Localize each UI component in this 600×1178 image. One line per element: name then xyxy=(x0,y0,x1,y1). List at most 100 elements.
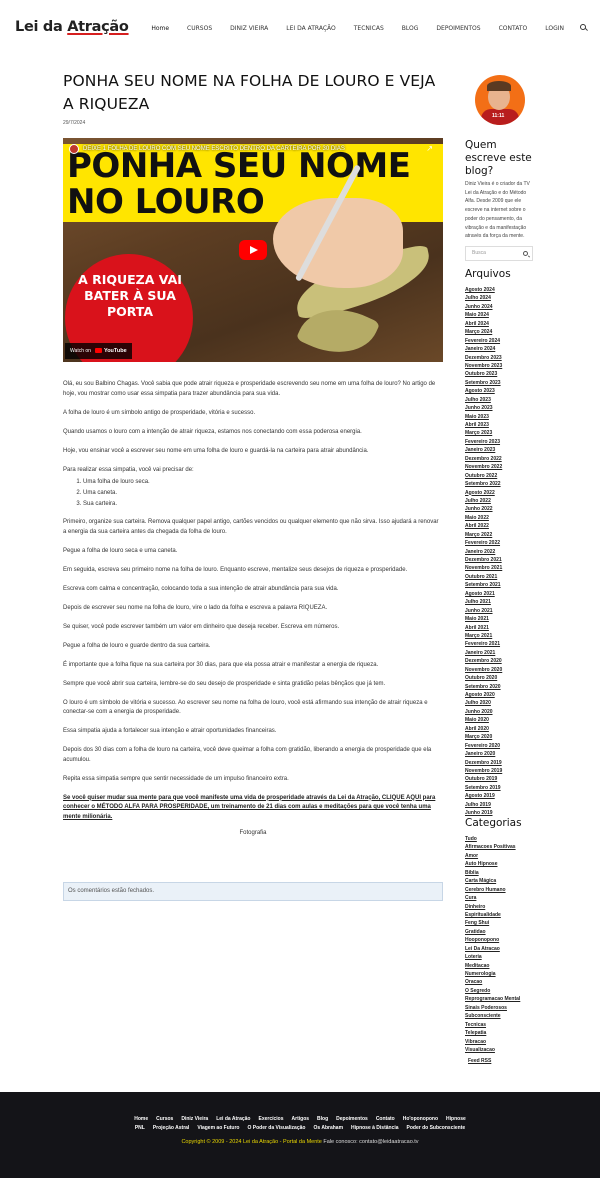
nav-cursos[interactable]: CURSOS xyxy=(187,25,212,32)
footer-nav-link[interactable]: Viagem ao Futuro xyxy=(197,1125,239,1131)
play-button-icon[interactable] xyxy=(239,240,267,260)
footer-nav-link[interactable]: Blog xyxy=(317,1116,328,1122)
archive-link[interactable]: Agosto 2023 xyxy=(465,387,535,395)
nav-diniz-vieira[interactable]: DINIZ VIEIRA xyxy=(230,25,268,32)
search-icon[interactable] xyxy=(580,24,588,32)
footer-nav-link[interactable]: Exercícios xyxy=(259,1116,284,1122)
archive-link[interactable]: Junho 2023 xyxy=(465,404,535,412)
footer-nav-link[interactable]: Diniz Vieira xyxy=(181,1116,208,1122)
category-link[interactable]: Hooponopono xyxy=(465,936,545,944)
video-title[interactable]: DEIXE 1 FOLHA DE LOURO COM SEU NOME ESCR… xyxy=(83,146,345,152)
footer-nav-link[interactable]: Hipnose à Distância xyxy=(351,1125,399,1131)
archive-link[interactable]: Setembro 2021 xyxy=(465,581,535,589)
archive-link[interactable]: Setembro 2020 xyxy=(465,683,535,691)
category-link[interactable]: Telepatia xyxy=(465,1029,545,1037)
archive-link[interactable]: Maio 2022 xyxy=(465,514,535,522)
archive-link[interactable]: Dezembro 2021 xyxy=(465,556,535,564)
archive-link[interactable]: Julho 2024 xyxy=(465,294,535,302)
category-link[interactable]: Sinais Poderosos xyxy=(465,1004,545,1012)
archive-link[interactable]: Dezembro 2023 xyxy=(465,354,535,362)
category-link[interactable]: Afirmacoes Positivas xyxy=(465,843,545,851)
category-link[interactable]: Visualizacao xyxy=(465,1046,545,1054)
category-link[interactable]: Espiritualidade xyxy=(465,911,545,919)
category-link[interactable]: Tudo xyxy=(465,835,545,843)
archive-link[interactable]: Abril 2023 xyxy=(465,421,535,429)
archive-link[interactable]: Setembro 2022 xyxy=(465,480,535,488)
category-link[interactable]: Carta Mágica xyxy=(465,877,545,885)
archive-link[interactable]: Novembro 2019 xyxy=(465,767,535,775)
archive-link[interactable]: Outubro 2020 xyxy=(465,674,535,682)
archive-link[interactable]: Outubro 2023 xyxy=(465,370,535,378)
archive-link[interactable]: Maio 2024 xyxy=(465,311,535,319)
category-link[interactable]: Feng Shui xyxy=(465,919,545,927)
archive-link[interactable]: Junho 2020 xyxy=(465,708,535,716)
archive-link[interactable]: Outubro 2019 xyxy=(465,775,535,783)
archive-link[interactable]: Setembro 2023 xyxy=(465,379,535,387)
category-link[interactable]: Bíblia xyxy=(465,869,545,877)
archive-link[interactable]: Agosto 2021 xyxy=(465,590,535,598)
search-icon[interactable] xyxy=(523,251,528,256)
footer-nav-link[interactable]: Contato xyxy=(376,1116,395,1122)
archive-link[interactable]: Novembro 2022 xyxy=(465,463,535,471)
archive-link[interactable]: Julho 2023 xyxy=(465,396,535,404)
footer-nav-link[interactable]: O Poder da Visualização xyxy=(247,1125,305,1131)
video-title-bar[interactable]: DEIXE 1 FOLHA DE LOURO COM SEU NOME ESCR… xyxy=(69,144,345,154)
archive-link[interactable]: Maio 2021 xyxy=(465,615,535,623)
footer-nav-link[interactable]: Os Abraham xyxy=(313,1125,343,1131)
category-link[interactable]: Loteria xyxy=(465,953,545,961)
footer-nav-link[interactable]: Cursos xyxy=(156,1116,173,1122)
archive-link[interactable]: Junho 2022 xyxy=(465,505,535,513)
archive-link[interactable]: Fevereiro 2023 xyxy=(465,438,535,446)
archive-link[interactable]: Março 2020 xyxy=(465,733,535,741)
archive-link[interactable]: Janeiro 2021 xyxy=(465,649,535,657)
nav-blog[interactable]: BLOG xyxy=(402,25,419,32)
metodo-alfa-cta-link[interactable]: Se você quiser mudar sua mente para que … xyxy=(63,794,443,823)
archive-link[interactable]: Abril 2022 xyxy=(465,522,535,530)
archive-link[interactable]: Abril 2024 xyxy=(465,320,535,328)
archive-link[interactable]: Março 2021 xyxy=(465,632,535,640)
footer-nav-link[interactable]: Ho'oponopono xyxy=(403,1116,438,1122)
feed-rss-link[interactable]: Feed RSS xyxy=(468,1058,491,1064)
nav-contato[interactable]: CONTATO xyxy=(499,25,528,32)
archive-link[interactable]: Maio 2020 xyxy=(465,716,535,724)
nav-tecnicas[interactable]: TECNICAS xyxy=(354,25,384,32)
archive-link[interactable]: Dezembro 2022 xyxy=(465,455,535,463)
footer-nav-link[interactable]: Lei da Atração xyxy=(216,1116,250,1122)
archive-link[interactable]: Dezembro 2020 xyxy=(465,657,535,665)
category-link[interactable]: Numerologia xyxy=(465,970,545,978)
watch-on-youtube-button[interactable]: Watch on YouTube xyxy=(65,343,132,359)
archive-link[interactable]: Agosto 2019 xyxy=(465,792,535,800)
category-link[interactable]: Cerebro Humano xyxy=(465,886,545,894)
archive-link[interactable]: Fevereiro 2022 xyxy=(465,539,535,547)
archive-link[interactable]: Julho 2019 xyxy=(465,801,535,809)
footer-nav-link[interactable]: Projeção Astral xyxy=(153,1125,190,1131)
channel-avatar[interactable] xyxy=(69,144,79,154)
category-link[interactable]: Subconsciente xyxy=(465,1012,545,1020)
site-logo[interactable]: Lei da Atração xyxy=(15,19,129,35)
category-link[interactable]: Meditacao xyxy=(465,962,545,970)
archive-link[interactable]: Junho 2021 xyxy=(465,607,535,615)
archive-link[interactable]: Fevereiro 2020 xyxy=(465,742,535,750)
archive-link[interactable]: Fevereiro 2024 xyxy=(465,337,535,345)
footer-nav-link[interactable]: PNL xyxy=(135,1125,145,1131)
contact-text[interactable]: Fale conosco: contato@leidaatracao.tv xyxy=(323,1139,418,1145)
archive-link[interactable]: Outubro 2022 xyxy=(465,472,535,480)
category-link[interactable]: Auto Hipnose xyxy=(465,860,545,868)
archive-link[interactable]: Agosto 2020 xyxy=(465,691,535,699)
archive-link[interactable]: Abril 2020 xyxy=(465,725,535,733)
archive-link[interactable]: Agosto 2024 xyxy=(465,286,535,294)
archive-link[interactable]: Julho 2022 xyxy=(465,497,535,505)
category-link[interactable]: Lei Da Atracao xyxy=(465,945,545,953)
archive-link[interactable]: Maio 2023 xyxy=(465,413,535,421)
archive-link[interactable]: Dezembro 2019 xyxy=(465,759,535,767)
youtube-video-embed[interactable]: PONHA SEU NOME NO LOURO A RIQUEZA VAI BA… xyxy=(63,138,443,362)
category-link[interactable]: Oracao xyxy=(465,978,545,986)
nav-home[interactable]: Home xyxy=(151,25,169,32)
archive-link[interactable]: Março 2023 xyxy=(465,429,535,437)
archive-link[interactable]: Novembro 2023 xyxy=(465,362,535,370)
category-link[interactable]: Tecnicas xyxy=(465,1021,545,1029)
footer-nav-link[interactable]: Depoimentos xyxy=(336,1116,368,1122)
archive-link[interactable]: Janeiro 2022 xyxy=(465,548,535,556)
nav-lei-da-atracao[interactable]: LEI DA ATRAÇÃO xyxy=(286,25,335,32)
archive-link[interactable]: Março 2024 xyxy=(465,328,535,336)
